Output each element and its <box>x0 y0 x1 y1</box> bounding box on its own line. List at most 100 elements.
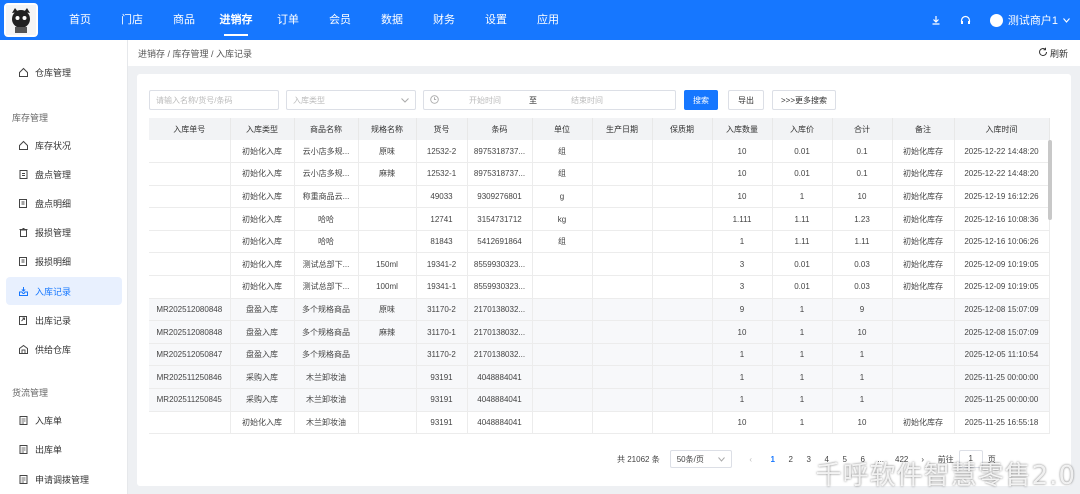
nav-item-9[interactable]: 应用 <box>522 0 574 40</box>
table-row[interactable]: MR202511250845 采购入库 木兰卸妆油 93191 4048884041 1 1… <box>149 388 1050 412</box>
table-cell <box>532 343 593 367</box>
sidebar-item-入库单[interactable]: 入库单 <box>6 406 122 434</box>
page-button[interactable]: 2 <box>782 455 800 464</box>
table-row[interactable]: 初始化入库 哈哈 81843 5412691864 组 1 1.11 1.11 初始化库存 202… <box>149 230 1050 254</box>
table-cell <box>652 298 713 322</box>
list-icon <box>18 198 29 209</box>
table-cell <box>652 252 713 277</box>
table-cell: 初始化库存 <box>892 207 955 231</box>
table-cell <box>358 230 417 254</box>
sidebar-item-报损明细[interactable]: 报损明细 <box>6 248 122 276</box>
table-cell: 2025-12-09 10:19:05 <box>954 275 1050 299</box>
table-row[interactable]: MR202512080848 盘盈入库 多个规格商品 原味 31170-2 2170138… <box>149 298 1050 322</box>
clock-icon <box>430 94 439 106</box>
table-row[interactable]: 初始化入库 测试总部下... 150ml 19341-2 8559930323... 3 0… <box>149 252 1050 277</box>
search-input[interactable]: 请输入名称/货号/条码 <box>149 90 279 110</box>
table-cell: 81843 <box>416 230 468 254</box>
table-cell: 0.1 <box>832 162 893 186</box>
column-header: 生产日期 <box>592 118 653 140</box>
table-row[interactable]: 初始化入库 木兰卸妆油 93191 4048884041 10 1 10 初始化库存 2025-… <box>149 411 1050 435</box>
table-cell: 多个规格商品 <box>294 320 359 344</box>
column-header: 单位 <box>532 118 593 140</box>
trash-icon <box>18 227 29 238</box>
table-cell: 云小店多规... <box>294 162 359 186</box>
table-cell <box>652 365 713 390</box>
table-row[interactable]: 初始化入库 哈哈 12741 3154731712 kg 1.111 1.11 1.23 初始化… <box>149 207 1050 231</box>
export-button[interactable]: 导出 <box>728 90 764 110</box>
sidebar-item-盘点明细[interactable]: 盘点明细 <box>6 189 122 217</box>
table-row[interactable]: MR202512050847 盘盈入库 多个规格商品 31170-2 217013803… <box>149 343 1050 367</box>
nav-item-6[interactable]: 数据 <box>366 0 418 40</box>
table-cell <box>532 298 593 322</box>
table-cell: 8975318737... <box>467 162 533 186</box>
type-select[interactable]: 入库类型 <box>286 90 416 110</box>
nav-item-0[interactable]: 首页 <box>54 0 106 40</box>
table-row[interactable]: MR202511250846 采购入库 木兰卸妆油 93191 4048884041 1 1… <box>149 365 1050 390</box>
table-cell: 1 <box>772 320 833 344</box>
table-cell: 0.01 <box>772 140 833 164</box>
table-cell: 2025-12-09 10:19:05 <box>954 252 1050 277</box>
date-range-picker[interactable]: 开始时间 至 结束时间 <box>423 90 676 110</box>
table-cell <box>652 207 713 231</box>
table-cell: 原味 <box>358 298 417 322</box>
table-cell: 0.01 <box>772 275 833 299</box>
sidebar-item-出库单[interactable]: 出库单 <box>6 436 122 464</box>
nav-item-2[interactable]: 商品 <box>158 0 210 40</box>
nav-item-8[interactable]: 设置 <box>470 0 522 40</box>
page-size-select[interactable]: 50条/页 <box>669 450 732 468</box>
sidebar-item-申请调拨管理[interactable]: 申请调拨管理 <box>6 465 122 493</box>
table-cell <box>892 343 955 367</box>
nav-item-3[interactable]: 进销存 <box>210 0 262 40</box>
table-cell: 31170-1 <box>416 320 468 344</box>
table-cell: 12532-1 <box>416 162 468 186</box>
search-button[interactable]: 搜索 <box>684 90 718 110</box>
table-cell <box>652 140 713 164</box>
sidebar-item-库存状况[interactable]: 库存状况 <box>6 131 122 159</box>
app-logo[interactable] <box>4 3 38 37</box>
more-search-button[interactable]: >>>更多搜索 <box>772 90 836 110</box>
search-placeholder: 请输入名称/货号/条码 <box>156 95 233 105</box>
sidebar-item-报损管理[interactable]: 报损管理 <box>6 219 122 247</box>
table-row[interactable]: 初始化入库 云小店多规... 原味 12532-2 8975318737... 组 10 0.… <box>149 140 1050 164</box>
total-count: 共 21062 条 <box>617 454 660 464</box>
sidebar-item-入库记录[interactable]: 入库记录 <box>6 277 122 305</box>
nav-item-4[interactable]: 订单 <box>262 0 314 40</box>
sidebar-item-warehouse[interactable]: 仓库管理 <box>6 58 122 86</box>
table-cell <box>592 207 653 231</box>
table-cell: 2170138032... <box>467 320 533 344</box>
table-row[interactable]: MR202512080848 盘盈入库 多个规格商品 麻辣 31170-1 2170138… <box>149 320 1050 344</box>
table-cell: 组 <box>532 230 593 254</box>
nav-item-5[interactable]: 会员 <box>314 0 366 40</box>
table-cell: MR202511250846 <box>149 365 231 390</box>
stock-icon <box>18 140 29 151</box>
table-row[interactable]: 初始化入库 称重商品云... 49033 9309276801 g 10 1 10 初始化库存 2… <box>149 185 1050 209</box>
table-row[interactable]: 初始化入库 测试总部下... 100ml 19341-1 8559930323... 3 0… <box>149 275 1050 299</box>
page-button[interactable]: 1 <box>764 455 782 464</box>
table-row[interactable]: 初始化入库 云小店多规... 麻辣 12532-1 8975318737... 组 10 0.… <box>149 162 1050 186</box>
headset-icon[interactable] <box>960 14 972 26</box>
prev-page-button[interactable]: ‹ <box>742 455 760 464</box>
nav-item-1[interactable]: 门店 <box>106 0 158 40</box>
top-navigation-bar: 首页 门店 商品 进销存 订单 会员 数据 财务 设置 应用 测试商户1 <box>0 0 1080 40</box>
chevron-down-icon <box>401 96 409 105</box>
user-menu[interactable]: 测试商户1 <box>989 12 1070 28</box>
table-cell <box>892 388 955 412</box>
table-cell: 9309276801 <box>467 185 533 209</box>
sidebar-item-label: 出库记录 <box>35 315 72 326</box>
table-cell <box>532 275 593 299</box>
sidebar-item-盘点管理[interactable]: 盘点管理 <box>6 160 122 188</box>
nav-item-7[interactable]: 财务 <box>418 0 470 40</box>
table-cell: 19341-2 <box>416 252 468 277</box>
sidebar-item-出库记录[interactable]: 出库记录 <box>6 306 122 334</box>
inbound-records-table: 入库单号 入库类型 商品名称 规格名称 货号 条码 单位 生产日期 保质期 入库数量 入库价 合计 备注… <box>149 118 1050 435</box>
table-scrollbar[interactable] <box>1048 140 1052 220</box>
table-cell: 初始化入库 <box>230 252 295 277</box>
sidebar-item-供给仓库[interactable]: 供给仓库 <box>6 335 122 363</box>
column-header: 保质期 <box>652 118 713 140</box>
table-cell <box>592 162 653 186</box>
table-cell: 初始化入库 <box>230 185 295 209</box>
table-cell <box>149 140 231 164</box>
refresh-button[interactable]: 刷新 <box>1038 40 1068 66</box>
download-icon[interactable] <box>930 14 942 26</box>
content-card: 请输入名称/货号/条码 入库类型 开始时间 至 结束时间 搜索 导出 >>>更多… <box>137 74 1071 486</box>
